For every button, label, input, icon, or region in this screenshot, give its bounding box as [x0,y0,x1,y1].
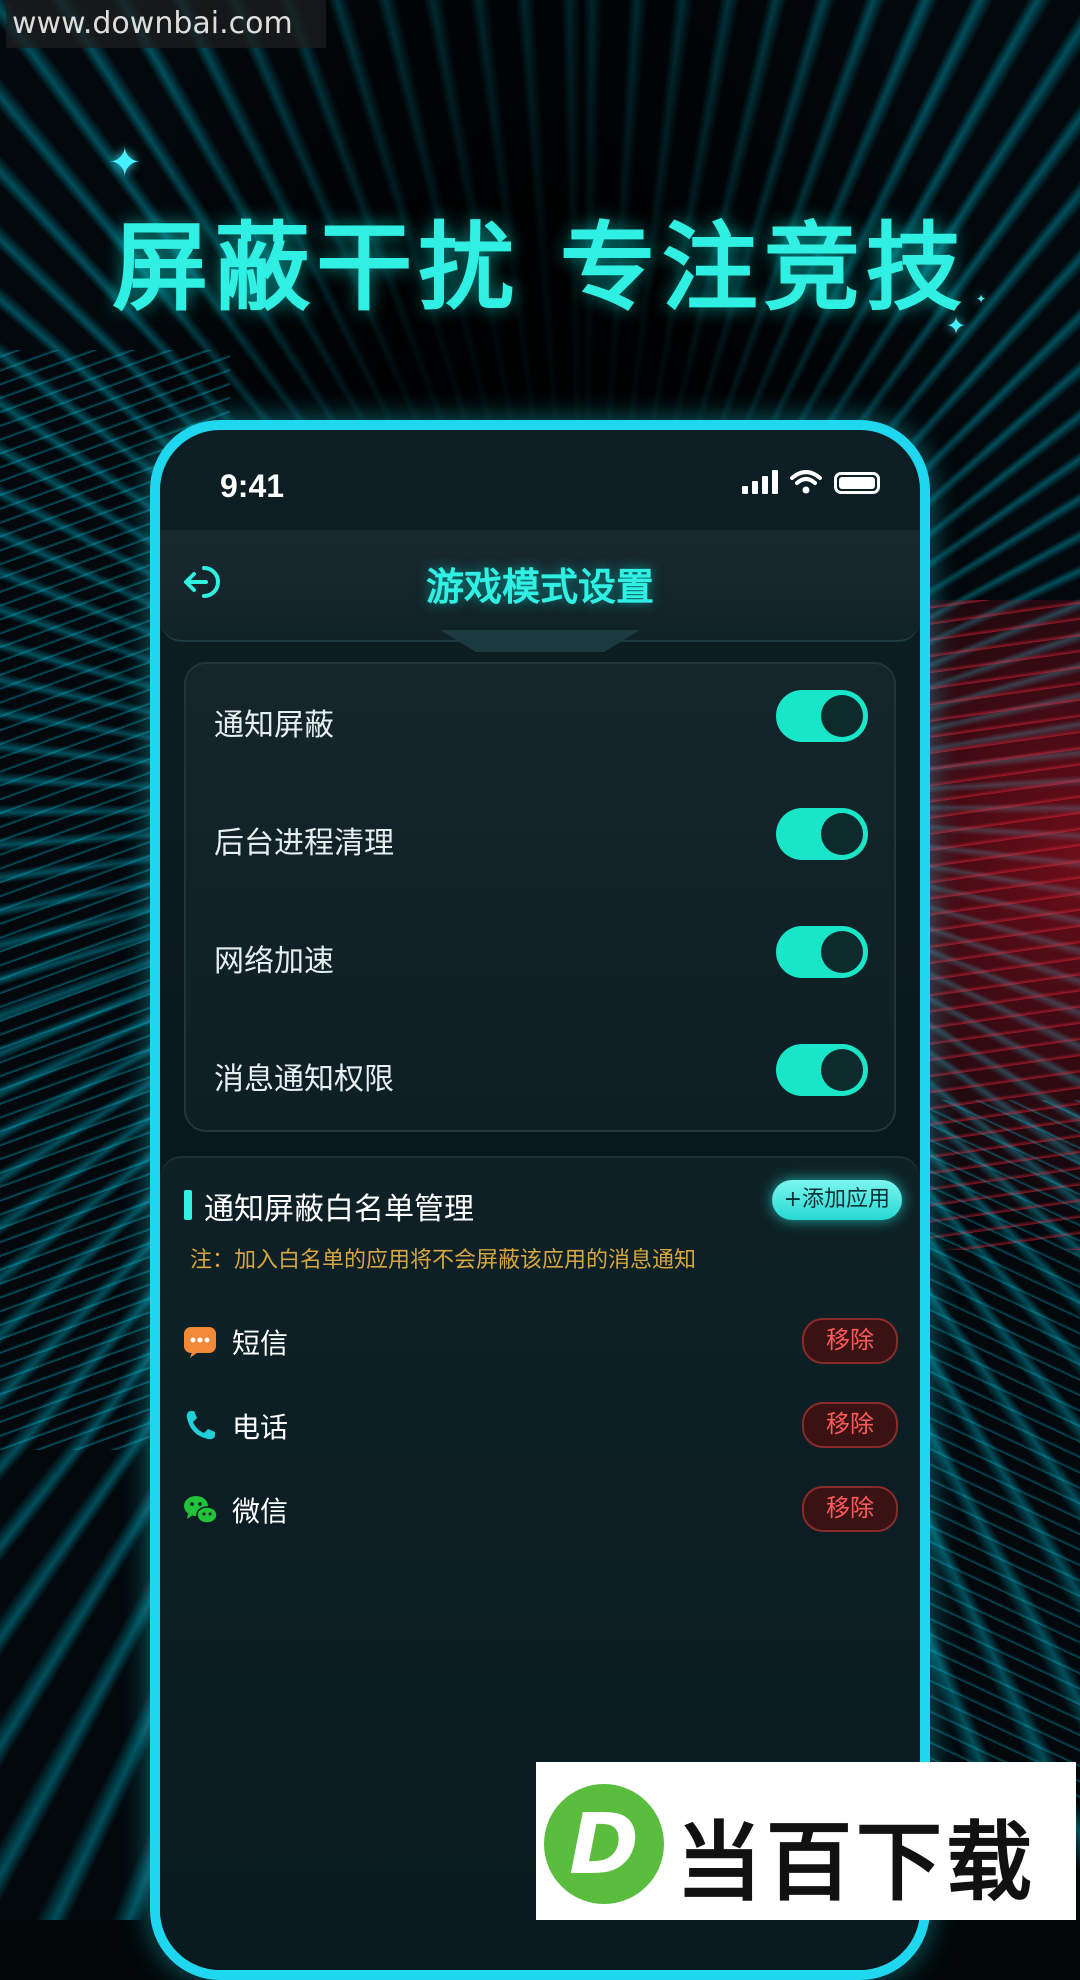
wifi-icon [790,470,822,494]
phone-icon [186,1411,215,1440]
header-notch [440,630,640,652]
logo-text: 当百下载 [676,1813,1036,1913]
background-clean-toggle[interactable] [776,808,868,860]
logo-badge: D [544,1784,664,1904]
setting-label: 消息通知权限 [214,1062,394,1097]
setting-row-notification-block: 通知屏蔽 [186,664,894,782]
add-app-button[interactable]: +添加应用 [771,1180,902,1220]
brand-logo: D 当百下载 [536,1762,1076,1920]
setting-label: 通知屏蔽 [214,708,334,743]
app-name: 短信 [232,1327,289,1360]
setting-row-message-permission: 消息通知权限 [186,1018,894,1136]
battery-icon [834,472,880,494]
sms-icon [184,1327,216,1358]
setting-label: 后台进程清理 [214,826,394,861]
logo-letter: D [569,1795,639,1893]
setting-row-network-boost: 网络加速 [186,900,894,1018]
remove-button[interactable]: 移除 [802,1486,898,1532]
watermark: www.downbai.com [6,0,326,48]
signal-icon [742,470,778,494]
app-name: 微信 [232,1495,289,1528]
wechat-icon [184,1496,218,1524]
status-time: 9:41 [220,468,285,504]
message-permission-toggle[interactable] [776,1044,868,1096]
remove-button[interactable]: 移除 [802,1402,898,1448]
whitelist-note: 注：加入白名单的应用将不会屏蔽该应用的消息通知 [190,1248,697,1273]
remove-button[interactable]: 移除 [802,1318,898,1364]
phone-frame: 9:41 游戏模式设置 通知屏蔽 后台进程清理 网络加速 消息通知权限 通知屏蔽… [150,420,930,1980]
settings-card: 通知屏蔽 后台进程清理 网络加速 消息通知权限 [184,662,896,1132]
page-title: 游戏模式设置 [425,565,654,609]
nav-bar: 游戏模式设置 [160,530,920,642]
promo-headline: 屏蔽干扰 专注竞技 [112,212,968,324]
network-boost-toggle[interactable] [776,926,868,978]
setting-row-background-clean: 后台进程清理 [186,782,894,900]
notification-block-toggle[interactable] [776,690,868,742]
status-icons [742,470,880,494]
whitelist-title: 通知屏蔽白名单管理 [204,1192,474,1227]
setting-label: 网络加速 [214,944,334,979]
app-name: 电话 [232,1411,289,1444]
list-item-phone: 电话 移除 [182,1396,898,1456]
list-item-sms: 短信 移除 [182,1312,898,1372]
status-bar: 9:41 [160,430,920,530]
sparkle-icon: ✦ [108,140,142,186]
section-accent-bar [184,1190,192,1220]
list-item-wechat: 微信 移除 [182,1480,898,1540]
